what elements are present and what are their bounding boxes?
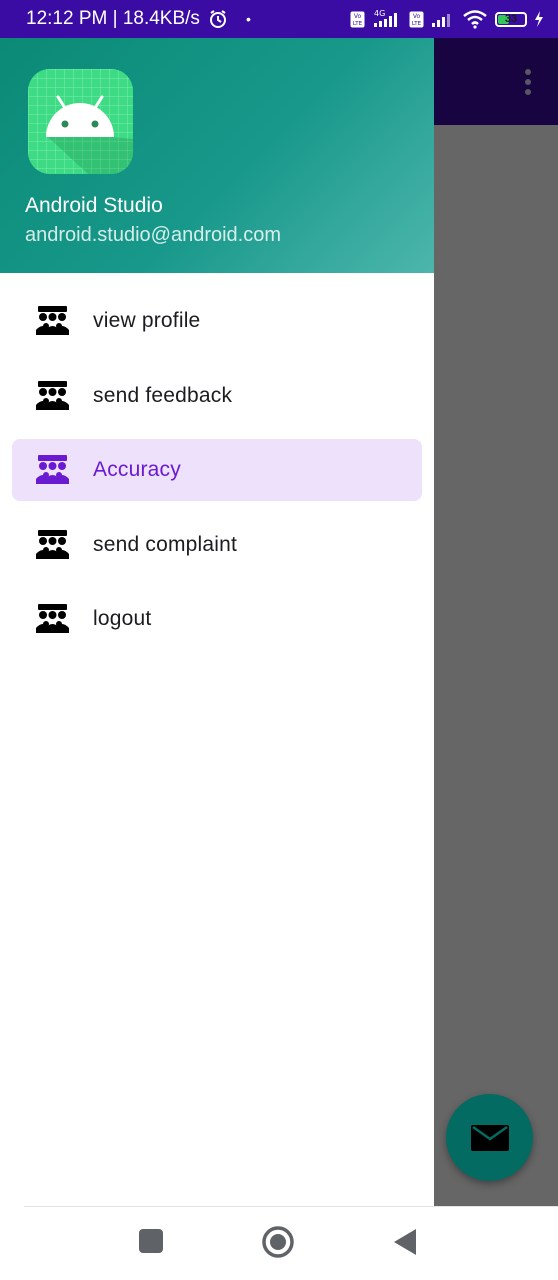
navigation-drawer: Android Studio android.studio@android.co… xyxy=(0,38,434,1206)
signal-icon xyxy=(432,14,450,27)
svg-text:Vo: Vo xyxy=(413,13,421,20)
menu-item-label: send feedback xyxy=(93,383,233,407)
drawer-header: Android Studio android.studio@android.co… xyxy=(0,38,434,273)
nav-divider xyxy=(24,1206,558,1207)
menu-item-send-complaint[interactable]: send complaint xyxy=(12,514,422,576)
user-name: Android Studio xyxy=(25,194,163,217)
system-nav-bar xyxy=(0,1206,558,1280)
menu-item-label: Accuracy xyxy=(93,458,181,481)
battery-icon: 33 xyxy=(495,11,527,27)
menu-item-label: view profile xyxy=(93,309,201,332)
drawer-menu: view profile send feedback Accuracy send… xyxy=(0,290,434,663)
svg-text:4G: 4G xyxy=(374,9,385,18)
recents-button-icon[interactable] xyxy=(138,1228,164,1254)
svg-text:LTE: LTE xyxy=(412,21,422,27)
wifi-icon xyxy=(463,10,487,29)
signal-4g-icon: 4G xyxy=(374,9,397,27)
menu-item-label: logout xyxy=(93,607,152,630)
people-group-icon xyxy=(36,604,69,633)
status-dot: • xyxy=(245,11,251,27)
android-logo-icon xyxy=(28,69,133,174)
status-left: 12:12 PM | 18.4KB/s • xyxy=(26,8,251,30)
svg-text:Vo: Vo xyxy=(354,13,362,20)
battery-level: 33 xyxy=(504,13,518,25)
menu-item-logout[interactable]: logout xyxy=(12,588,422,650)
menu-item-accuracy[interactable]: Accuracy xyxy=(12,439,422,501)
menu-item-view-profile[interactable]: view profile xyxy=(12,290,422,352)
menu-item-label: send complaint xyxy=(93,532,238,556)
volte-icon: Vo LTE xyxy=(350,11,365,27)
people-group-icon xyxy=(36,306,69,335)
svg-text:LTE: LTE xyxy=(353,21,363,27)
back-button-icon[interactable] xyxy=(393,1228,417,1256)
status-time: 12:12 PM | 18.4KB/s xyxy=(26,8,200,29)
android-studio-logo xyxy=(28,69,133,174)
people-group-icon xyxy=(36,455,69,484)
alarm-icon xyxy=(209,10,226,28)
charging-icon xyxy=(535,11,543,27)
home-button-icon[interactable] xyxy=(262,1226,294,1258)
people-group-icon xyxy=(36,529,69,559)
volte-icon: Vo LTE xyxy=(409,11,424,27)
status-bar: 12:12 PM | 18.4KB/s • Vo LTE 4G Vo LTE 3… xyxy=(0,0,558,38)
user-email: android.studio@android.com xyxy=(25,224,282,246)
email-icon xyxy=(470,1124,509,1151)
people-group-icon xyxy=(36,380,69,410)
menu-item-send-feedback[interactable]: send feedback xyxy=(12,365,422,427)
email-fab-button[interactable] xyxy=(446,1094,533,1181)
status-right: Vo LTE 4G Vo LTE 33 xyxy=(350,9,544,29)
